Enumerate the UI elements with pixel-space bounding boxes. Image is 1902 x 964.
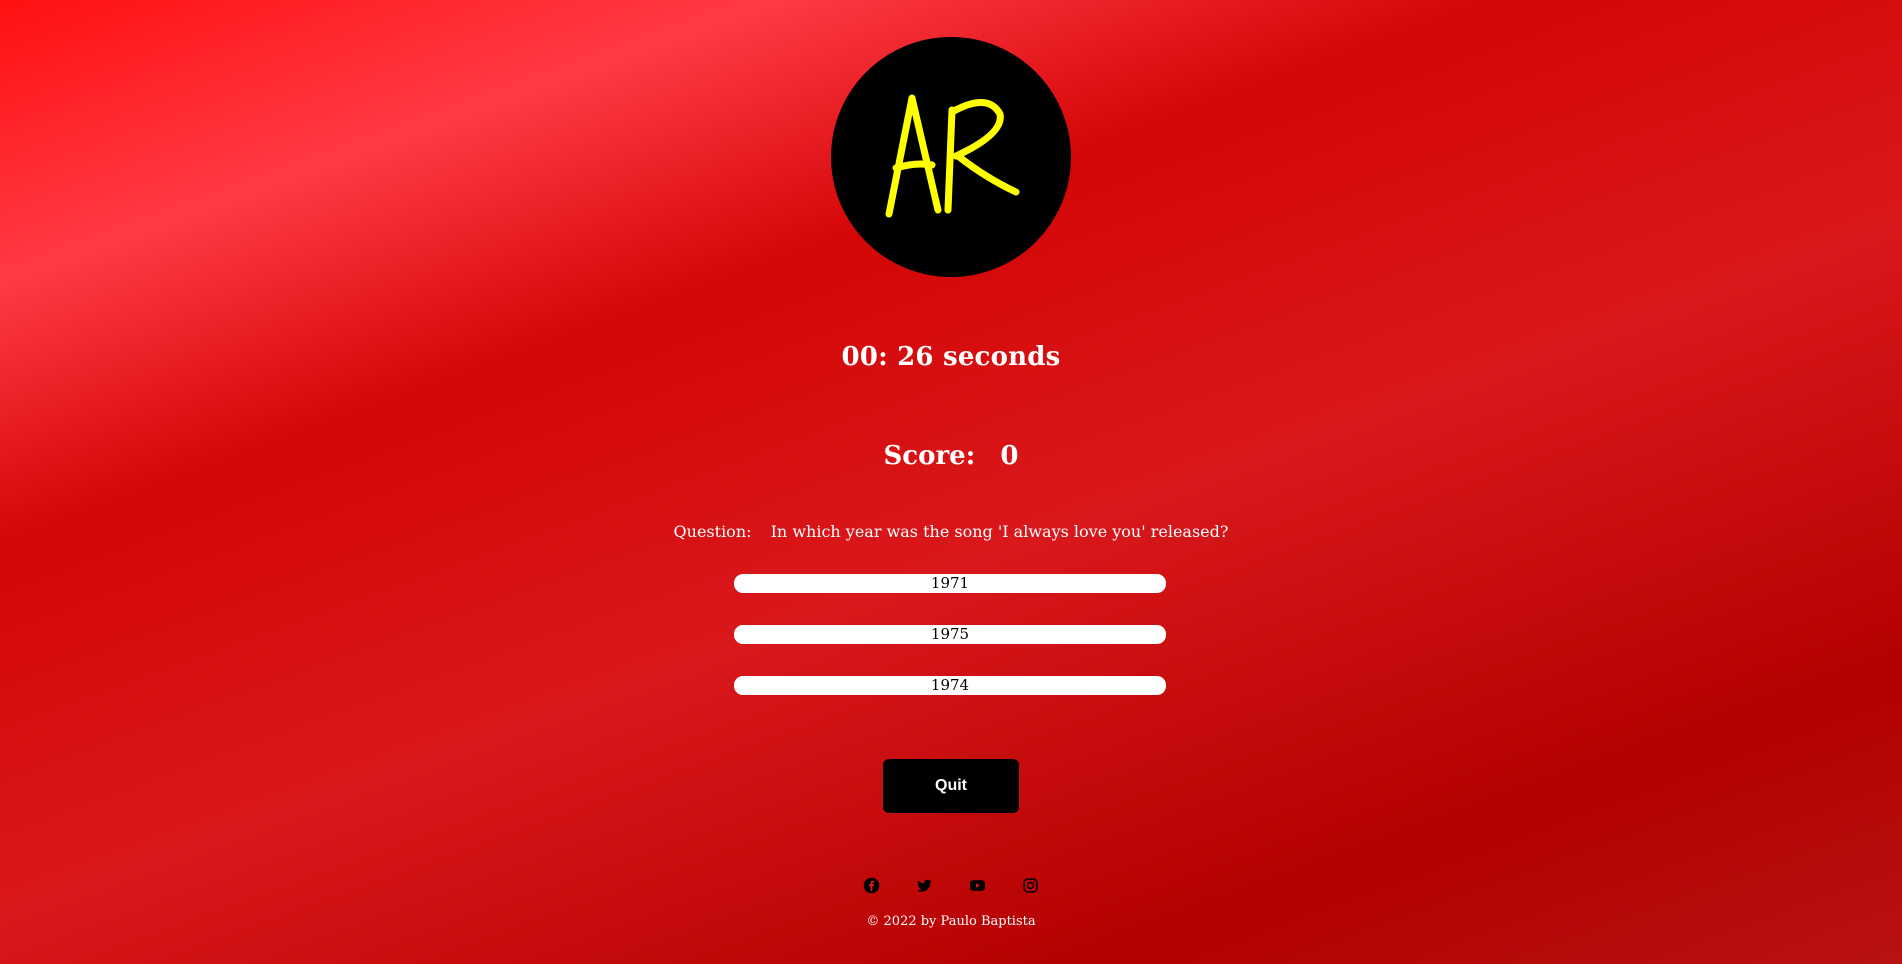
- answer-button-3[interactable]: 1974: [734, 676, 1166, 695]
- logo-ar-lettering: [885, 94, 1020, 218]
- facebook-icon[interactable]: [863, 877, 880, 894]
- score-display: Score: 0: [0, 441, 1902, 471]
- instagram-icon[interactable]: [1022, 877, 1039, 894]
- quit-button[interactable]: Quit: [883, 759, 1019, 813]
- logo: [831, 37, 1071, 277]
- score-label: Score:: [883, 441, 976, 471]
- score-value: 0: [1000, 441, 1019, 471]
- question-label: Question:: [673, 522, 752, 541]
- question-container: Question: In which year was the song 'I …: [0, 522, 1902, 541]
- countdown-timer: 00: 26 seconds: [841, 342, 1061, 372]
- answer-button-1[interactable]: 1971: [734, 574, 1166, 593]
- youtube-icon[interactable]: [969, 877, 986, 894]
- twitter-icon[interactable]: [916, 877, 933, 894]
- footer-copyright: © 2022 by Paulo Baptista: [866, 914, 1036, 929]
- social-links: [0, 877, 1902, 894]
- question-text: In which year was the song 'I always lov…: [770, 522, 1229, 541]
- answer-button-2[interactable]: 1975: [734, 625, 1166, 644]
